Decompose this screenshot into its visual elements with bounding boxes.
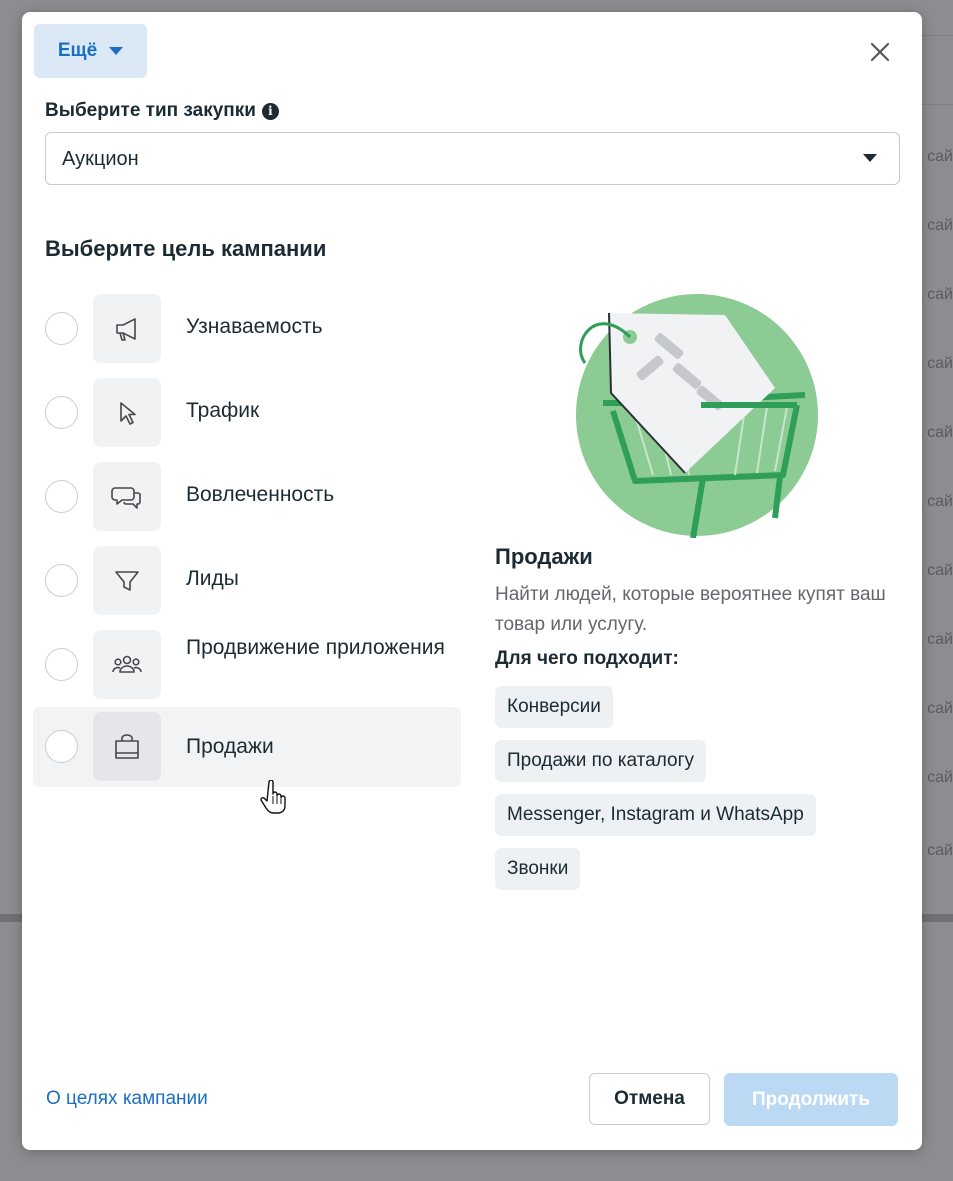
suitable-for-title: Для чего подходит: [495,648,679,669]
close-icon[interactable] [866,38,894,66]
radio-button[interactable] [45,480,78,513]
radio-button[interactable] [45,312,78,345]
chat-bubbles-icon [93,462,161,531]
funnel-icon [93,546,161,615]
radio-button[interactable] [45,396,78,429]
suitable-for-chip: Messenger, Instagram и WhatsApp [495,794,816,836]
detail-description: Найти людей, которые вероятнее купят ваш… [495,584,886,635]
cancel-button[interactable]: Отмена [589,1073,710,1125]
objective-option-label: Вовлеченность [186,483,335,506]
more-button-label: Ещё [57,40,98,61]
objective-option-label: Узнаваемость [186,315,323,338]
objective-section-title: Выберите цель кампании [45,236,327,261]
radio-button[interactable] [45,730,78,763]
suitable-for-chip: Звонки [495,848,581,890]
detail-title: Продажи [495,544,593,569]
shopping-bag-icon [93,712,161,781]
objective-option-engagement[interactable]: Вовлеченность [33,457,461,537]
objective-option-awareness[interactable]: Узнаваемость [33,289,461,369]
objective-option-label: Лиды [186,567,239,590]
objective-option-sales[interactable]: Продажи [33,707,461,787]
campaign-objective-dialog: Ещё Выберите тип закупки i Аукцион Выбер… [22,12,922,1150]
objective-option-label: Трафик [186,399,260,422]
objective-option-label: Продажи [186,735,274,758]
purchase-type-value: Аукцион [62,148,139,170]
more-dropdown-button[interactable]: Ещё [34,24,147,78]
objective-option-label: Продвижение приложения [186,636,445,659]
chevron-down-icon [863,154,877,162]
radio-button[interactable] [45,564,78,597]
purchase-type-label: Выберите тип закупки i [45,100,279,122]
info-icon[interactable]: i [261,102,279,120]
hand-cursor-icon [260,780,286,814]
objective-option-app-promotion[interactable]: Продвижение приложения [33,625,461,705]
megaphone-icon [93,294,161,363]
about-objectives-link[interactable]: О целях кампании [46,1088,208,1110]
cursor-icon [93,378,161,447]
sales-illustration [576,294,818,538]
purchase-type-select[interactable]: Аукцион [45,132,900,185]
suitable-for-chip: Продажи по каталогу [495,740,706,782]
objective-option-leads[interactable]: Лиды [33,541,461,621]
purchase-type-label-text: Выберите тип закупки [45,100,256,121]
people-icon [93,630,161,699]
suitable-for-chip: Конверсии [495,686,613,728]
continue-button[interactable]: Продолжить [724,1073,898,1126]
objective-option-traffic[interactable]: Трафик [33,373,461,453]
radio-button[interactable] [45,648,78,681]
chevron-down-icon [109,47,124,55]
